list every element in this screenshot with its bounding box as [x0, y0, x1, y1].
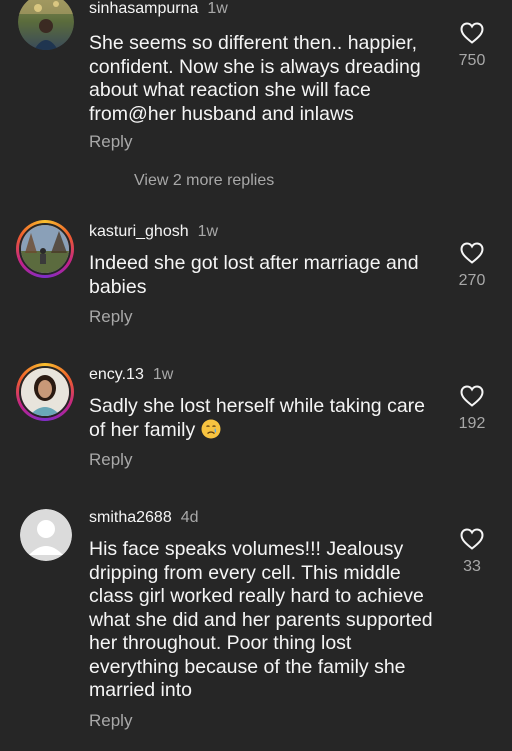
username[interactable]: ency.13 [89, 366, 144, 383]
avatar[interactable] [16, 220, 74, 278]
heart-icon[interactable] [460, 528, 484, 550]
like-button[interactable]: 192 [452, 385, 492, 433]
default-avatar-icon [20, 509, 72, 561]
reply-button[interactable]: Reply [89, 132, 132, 152]
crying-face-icon [201, 419, 221, 438]
timestamp: 1w [197, 223, 219, 240]
comment-header: smitha2688 4d [89, 509, 199, 527]
like-count: 270 [458, 272, 486, 289]
reply-button[interactable]: Reply [89, 711, 132, 731]
username[interactable]: smitha2688 [89, 509, 172, 526]
view-more-replies-link[interactable]: View 2 more replies [134, 172, 274, 190]
avatar-photo [19, 223, 71, 275]
comment-item: kasturi_ghosh 1w Indeed she got lost afte… [0, 220, 512, 340]
like-count: 192 [458, 415, 486, 432]
comment-text: Indeed she got lost after marriage and b… [89, 252, 419, 298]
user-photo-icon [21, 368, 69, 416]
username[interactable]: sinhasampurna [89, 0, 198, 17]
like-button[interactable]: 750 [452, 22, 492, 70]
comment-text: She seems so different then.. happier, c… [89, 32, 421, 125]
like-count: 33 [463, 558, 481, 575]
comment-header: sinhasampurna 1w [89, 0, 228, 18]
comment-item: sinhasampurna 1w She seems so different t… [0, 0, 512, 160]
user-photo-icon [21, 225, 69, 273]
comment-item: smitha2688 4d His face speaks volumes!!! … [0, 506, 512, 746]
avatar[interactable] [20, 509, 72, 561]
timestamp: 1w [152, 366, 174, 383]
comment-item: ency.13 1w Sadly she lost herself while t… [0, 363, 512, 483]
like-count: 750 [458, 52, 486, 69]
comment-header: kasturi_ghosh 1w [89, 223, 218, 241]
avatar-photo [19, 366, 71, 418]
comment-text: Sadly she lost herself while taking care… [89, 395, 444, 442]
heart-icon[interactable] [460, 22, 484, 44]
heart-icon[interactable] [460, 385, 484, 407]
like-button[interactable]: 33 [452, 528, 492, 576]
user-photo-icon [18, 0, 74, 50]
reply-button[interactable]: Reply [89, 450, 132, 470]
like-button[interactable]: 270 [452, 242, 492, 290]
username[interactable]: kasturi_ghosh [89, 223, 189, 240]
comment-text-body: Sadly she lost herself while taking care… [89, 395, 426, 441]
timestamp: 4d [180, 509, 199, 526]
avatar[interactable] [18, 0, 74, 50]
comment-header: ency.13 1w [89, 366, 173, 384]
timestamp: 1w [207, 0, 228, 17]
heart-icon[interactable] [460, 242, 484, 264]
comment-text: His face speaks volumes!!! Jealousy drip… [89, 538, 433, 701]
avatar[interactable] [16, 363, 74, 421]
reply-button[interactable]: Reply [89, 307, 132, 327]
